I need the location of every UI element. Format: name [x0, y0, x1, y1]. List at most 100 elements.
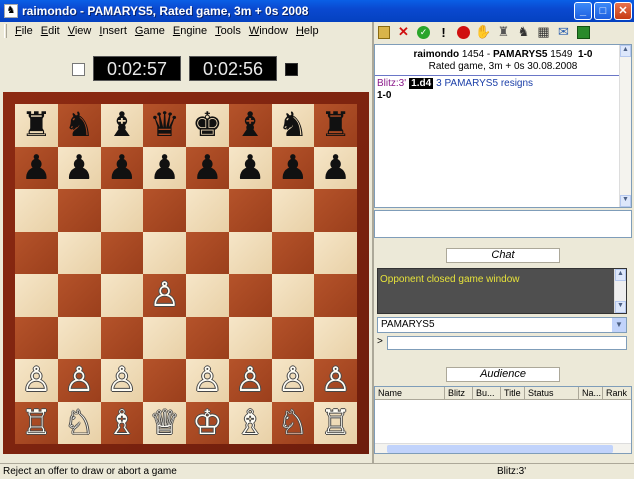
square-g4[interactable]	[271, 274, 315, 317]
scroll-down-icon[interactable]: ▼	[620, 195, 631, 207]
chat-recipient-select[interactable]: PAMARYS5 ▼	[377, 317, 627, 333]
square-a7[interactable]: ♟	[15, 146, 58, 189]
square-b6[interactable]	[57, 189, 101, 232]
white-piece[interactable]: ♙	[192, 363, 222, 397]
notation-panel[interactable]: raimondo 1454 - PAMARYS5 1549 1-0 Rated …	[374, 44, 632, 208]
menu-game[interactable]: Game	[131, 25, 169, 37]
black-piece[interactable]: ♟	[235, 151, 265, 185]
black-piece[interactable]: ♜	[320, 108, 350, 142]
square-f6[interactable]	[228, 189, 272, 232]
square-f5[interactable]	[228, 231, 272, 274]
audience-scroll-thumb[interactable]	[387, 445, 613, 453]
square-a8[interactable]: ♜	[15, 104, 58, 147]
square-b4[interactable]	[57, 274, 101, 317]
chat-icon[interactable]: ✉	[554, 23, 573, 41]
square-a2[interactable]: ♙	[15, 359, 58, 402]
square-a3[interactable]	[15, 316, 58, 359]
black-piece[interactable]: ♟	[278, 151, 308, 185]
square-d5[interactable]	[143, 231, 186, 274]
square-h1[interactable]: ♖	[314, 401, 357, 444]
column-nation[interactable]: Na...	[579, 387, 603, 399]
square-b3[interactable]	[57, 316, 101, 359]
maximize-button[interactable]: □	[594, 2, 612, 20]
square-d3[interactable]	[143, 316, 186, 359]
square-g5[interactable]	[271, 231, 315, 274]
clipboard-icon[interactable]	[374, 23, 393, 41]
square-d8[interactable]: ♛	[143, 104, 186, 147]
square-c1[interactable]: ♗	[100, 401, 144, 444]
square-b8[interactable]: ♞	[57, 104, 101, 147]
white-piece[interactable]: ♙	[149, 278, 179, 312]
white-piece[interactable]: ♙	[278, 363, 308, 397]
board-icon[interactable]: ▦	[534, 23, 553, 41]
square-g7[interactable]: ♟	[271, 146, 315, 189]
move-1-white[interactable]: 1.d4	[409, 78, 434, 89]
square-e5[interactable]	[186, 231, 229, 274]
square-c5[interactable]	[100, 231, 144, 274]
white-piece[interactable]: ♖	[320, 406, 350, 440]
white-piece[interactable]: ♘	[64, 406, 94, 440]
white-piece[interactable]: ♙	[21, 363, 51, 397]
square-a1[interactable]: ♖	[15, 401, 58, 444]
square-d2[interactable]	[143, 359, 186, 402]
white-piece[interactable]: ♙	[64, 363, 94, 397]
square-e6[interactable]	[186, 189, 229, 232]
pieces-icon[interactable]: ♞	[514, 23, 533, 41]
menu-edit[interactable]: Edit	[37, 25, 64, 37]
square-f1[interactable]: ♗	[228, 401, 272, 444]
square-f8[interactable]: ♝	[228, 104, 272, 147]
square-g3[interactable]	[271, 316, 315, 359]
square-h2[interactable]: ♙	[314, 359, 357, 402]
square-c8[interactable]: ♝	[100, 104, 144, 147]
chess-board[interactable]: ♜ ♞ ♝ ♛ ♚ ♝ ♞ ♜ ♟ ♟ ♟ ♟ ♟ ♟ ♟ ♟ ♙ ♙ ♙ ♙ ♙ ♙ ♙ ♙ ♖ ♘ ♗ ♕ ♔ ♗ ♘ ♖	[15, 104, 357, 444]
audience-table[interactable]: Name Blitz Bu... Title Status Na... Rank	[374, 386, 632, 454]
square-h4[interactable]	[314, 274, 357, 317]
column-blitz[interactable]: Blitz	[445, 387, 473, 399]
square-c3[interactable]	[100, 316, 144, 359]
menu-window[interactable]: Window	[245, 25, 292, 37]
black-piece[interactable]: ♟	[107, 151, 137, 185]
square-g2[interactable]: ♙	[271, 359, 315, 402]
square-b1[interactable]: ♘	[57, 401, 101, 444]
close-button[interactable]: ✕	[614, 2, 632, 20]
black-piece[interactable]: ♟	[192, 151, 222, 185]
check-icon[interactable]: ✓	[414, 23, 433, 41]
square-g1[interactable]: ♘	[271, 401, 315, 444]
square-c2[interactable]: ♙	[100, 359, 144, 402]
square-b7[interactable]: ♟	[57, 146, 101, 189]
square-e2[interactable]: ♙	[186, 359, 229, 402]
menu-help[interactable]: Help	[292, 25, 323, 37]
square-e1[interactable]: ♔	[186, 401, 229, 444]
square-d7[interactable]: ♟	[143, 146, 186, 189]
black-piece[interactable]: ♟	[21, 151, 51, 185]
black-piece[interactable]: ♞	[64, 108, 94, 142]
column-name[interactable]: Name	[375, 387, 445, 399]
minimize-button[interactable]: _	[574, 2, 592, 20]
stop-icon[interactable]	[454, 23, 473, 41]
black-piece[interactable]: ♟	[64, 151, 94, 185]
square-a4[interactable]	[15, 274, 58, 317]
square-e7[interactable]: ♟	[186, 146, 229, 189]
menu-engine[interactable]: Engine	[169, 25, 211, 37]
square-c6[interactable]	[100, 189, 144, 232]
square-h6[interactable]	[314, 189, 357, 232]
square-f4[interactable]	[228, 274, 272, 317]
square-c7[interactable]: ♟	[100, 146, 144, 189]
square-g6[interactable]	[271, 189, 315, 232]
square-f3[interactable]	[228, 316, 272, 359]
white-piece[interactable]: ♘	[278, 406, 308, 440]
square-f2[interactable]: ♙	[228, 359, 272, 402]
square-b2[interactable]: ♙	[57, 359, 101, 402]
square-c4[interactable]	[100, 274, 144, 317]
white-piece[interactable]: ♕	[149, 406, 179, 440]
square-d4[interactable]: ♙	[143, 274, 186, 317]
handshake-icon[interactable]: ✋	[474, 23, 493, 41]
square-b5[interactable]	[57, 231, 101, 274]
black-piece[interactable]: ♞	[278, 108, 308, 142]
toolbar-grip[interactable]	[4, 24, 7, 38]
chat-scroll-up-icon[interactable]: ▲	[615, 269, 626, 281]
notation-scrollbar[interactable]: ▲ ▼	[619, 45, 631, 207]
square-d6[interactable]	[143, 189, 186, 232]
white-piece[interactable]: ♙	[320, 363, 350, 397]
black-piece[interactable]: ♚	[192, 108, 222, 142]
